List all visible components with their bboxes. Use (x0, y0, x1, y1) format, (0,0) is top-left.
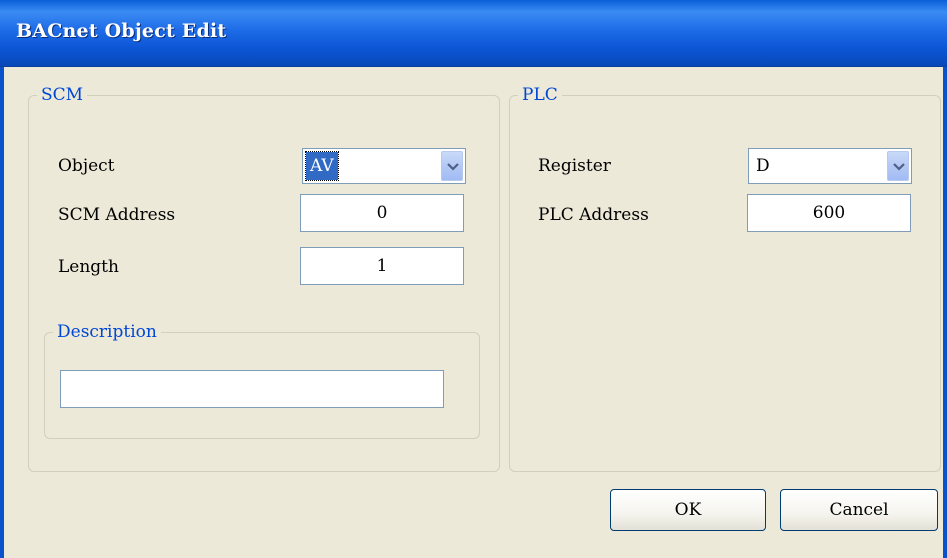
length-field[interactable]: 1 (300, 247, 464, 285)
object-selected-value: AV (305, 151, 339, 181)
title-bar[interactable]: BACnet Object Edit (0, 0, 947, 67)
window-frame-right (943, 0, 947, 558)
chevron-down-icon (893, 163, 905, 171)
plc-address-field[interactable]: 600 (747, 194, 911, 232)
scm-address-label: SCM Address (58, 205, 176, 225)
ok-button[interactable]: OK (610, 489, 766, 531)
register-dropdown-button[interactable] (887, 151, 909, 181)
plc-address-label: PLC Address (538, 205, 649, 225)
object-combobox[interactable]: AV (302, 148, 466, 184)
plc-group: PLC (509, 85, 941, 472)
length-label: Length (58, 257, 119, 277)
object-dropdown-button[interactable] (441, 151, 463, 181)
description-group-legend: Description (57, 322, 157, 342)
register-selected-value: D (756, 156, 770, 176)
chevron-down-icon (447, 163, 459, 171)
cancel-button[interactable]: Cancel (780, 489, 938, 531)
scm-address-field[interactable]: 0 (300, 194, 464, 232)
plc-group-legend: PLC (522, 85, 558, 105)
scm-group-legend: SCM (41, 85, 84, 105)
register-label: Register (538, 156, 611, 176)
dialog-client-area: SCM Object AV SCM Address 0 Length 1 Des… (4, 67, 943, 558)
description-field[interactable] (60, 370, 444, 408)
register-combobox[interactable]: D (748, 148, 912, 184)
object-label: Object (58, 156, 115, 176)
window-title: BACnet Object Edit (16, 20, 227, 42)
